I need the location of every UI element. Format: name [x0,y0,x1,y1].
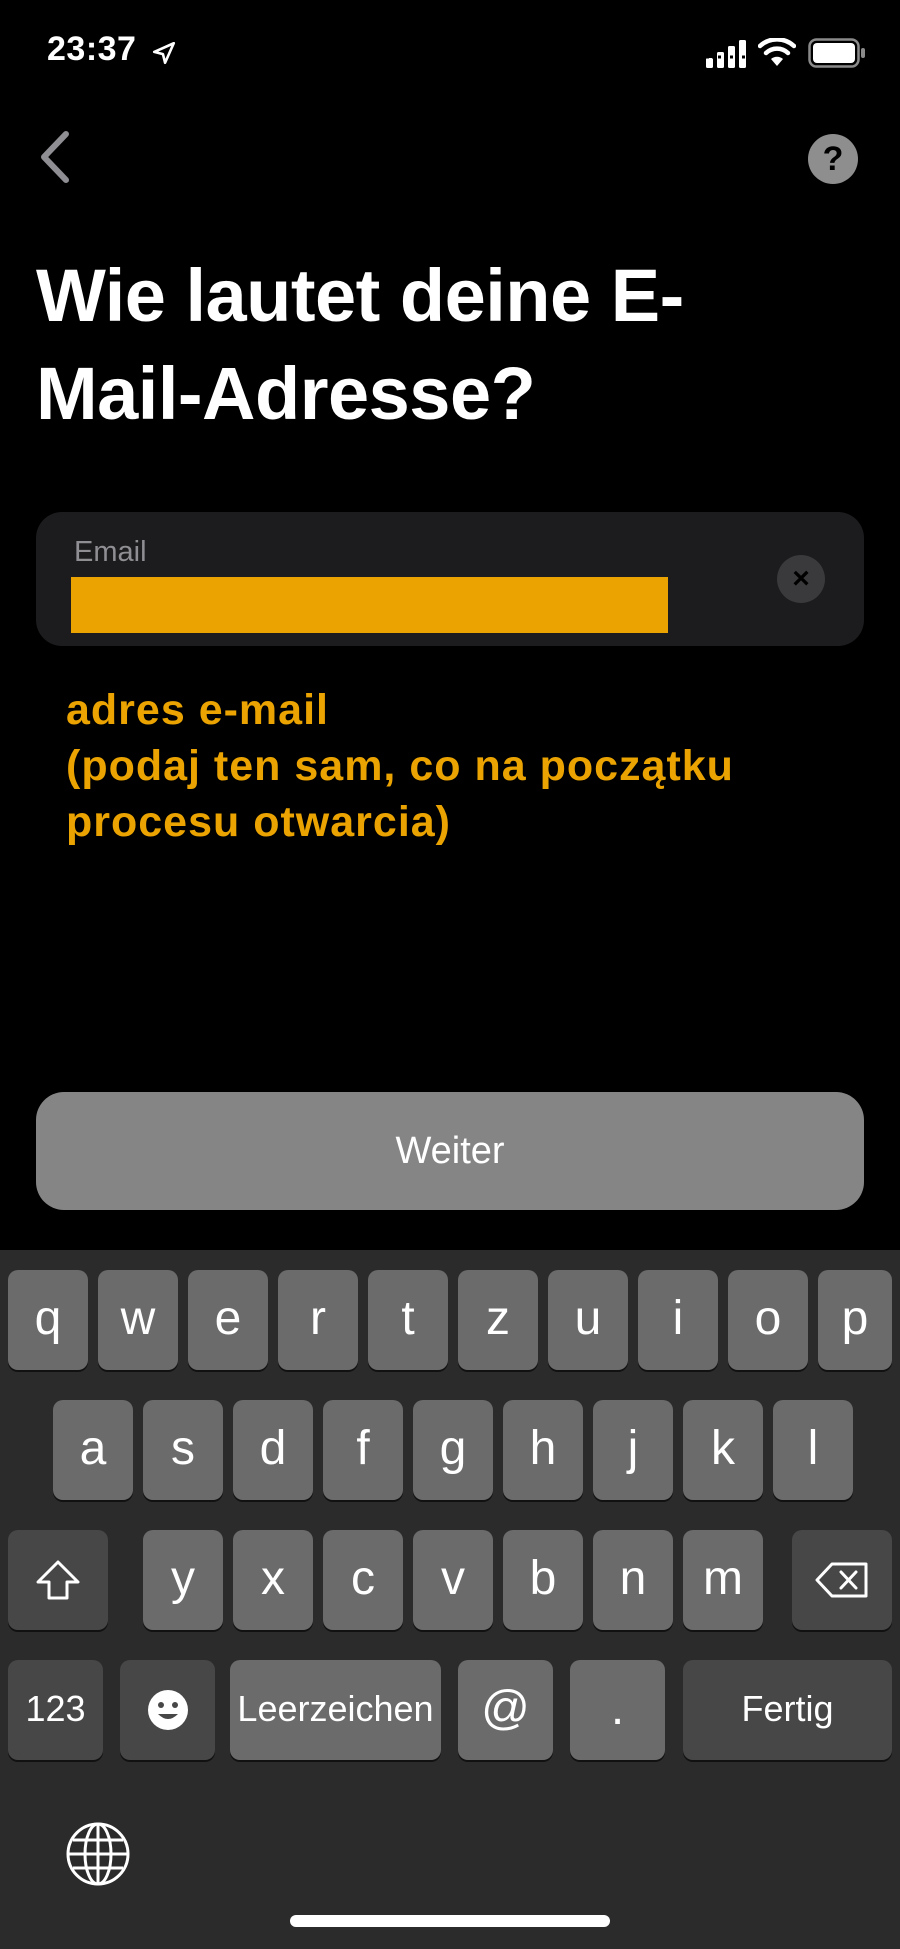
key-v[interactable]: v [413,1530,493,1630]
key-s[interactable]: s [143,1400,223,1500]
annotation-text: adres e-mail (podaj ten sam, co na począ… [66,686,734,846]
key-p[interactable]: p [818,1270,892,1370]
key-q[interactable]: q [8,1270,88,1370]
numbers-key[interactable]: 123 [8,1660,103,1760]
back-chevron-icon[interactable] [30,122,80,192]
backspace-icon [815,1562,868,1598]
keyboard: q w e r t z u i o p a s d f g h j k l y … [0,1250,900,1949]
key-d[interactable]: d [233,1400,313,1500]
key-a[interactable]: a [53,1400,133,1500]
key-j[interactable]: j [593,1400,673,1500]
key-l[interactable]: l [773,1400,853,1500]
space-key[interactable]: Leerzeichen [230,1660,441,1760]
backspace-key[interactable] [792,1530,892,1630]
key-z[interactable]: z [458,1270,538,1370]
next-button[interactable]: Weiter [36,1092,864,1210]
key-u[interactable]: u [548,1270,628,1370]
key-r[interactable]: r [278,1270,358,1370]
email-field-label: Email [74,536,147,568]
key-b[interactable]: b [503,1530,583,1630]
key-t[interactable]: t [368,1270,448,1370]
key-i[interactable]: i [638,1270,718,1370]
wifi-icon [758,38,796,66]
done-key[interactable]: Fertig [683,1660,892,1760]
battery-icon [808,38,865,68]
key-x[interactable]: x [233,1530,313,1630]
emoji-icon [147,1690,188,1730]
dot-key[interactable]: . [570,1660,665,1760]
at-key[interactable]: @ [458,1660,553,1760]
globe-icon[interactable] [64,1820,132,1888]
status-time: 23:37 [47,30,137,68]
location-arrow-icon [152,41,176,65]
key-f[interactable]: f [323,1400,403,1500]
clear-input-button[interactable]: × [777,555,825,603]
shift-key[interactable] [8,1530,108,1630]
key-n[interactable]: n [593,1530,673,1630]
email-input[interactable] [71,577,668,633]
key-o[interactable]: o [728,1270,808,1370]
page-title: Wie lautet deine E- Mail-Adresse? [36,254,684,435]
key-e[interactable]: e [188,1270,268,1370]
key-y[interactable]: y [143,1530,223,1630]
help-button[interactable]: ? [808,134,858,184]
shift-icon [36,1560,80,1600]
key-m[interactable]: m [683,1530,763,1630]
key-w[interactable]: w [98,1270,178,1370]
home-indicator[interactable] [290,1915,610,1927]
cellular-signal-icon [706,40,746,68]
key-k[interactable]: k [683,1400,763,1500]
key-h[interactable]: h [503,1400,583,1500]
key-g[interactable]: g [413,1400,493,1500]
emoji-key[interactable] [120,1660,215,1760]
key-c[interactable]: c [323,1530,403,1630]
